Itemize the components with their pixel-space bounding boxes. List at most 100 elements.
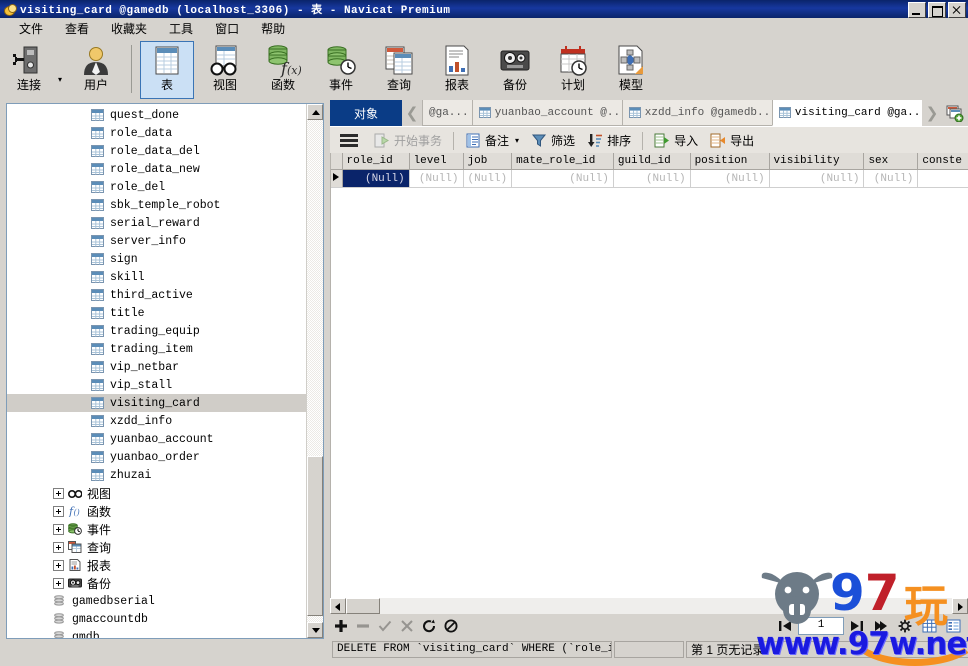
column-header[interactable]: conste <box>918 153 968 170</box>
toolbar-event[interactable]: 事件 <box>314 41 368 99</box>
tree-item-table[interactable]: visiting_card <box>7 394 307 412</box>
tab-xzdd-info[interactable]: xzdd_info @gamedb... <box>622 100 772 126</box>
tree-item-table[interactable]: third_active <box>7 286 307 304</box>
maximize-button[interactable] <box>928 2 946 18</box>
grid-cell[interactable]: (Null) <box>690 170 769 188</box>
tree-item-table[interactable]: yuanbao_account <box>7 430 307 448</box>
note-button[interactable]: 备注 ▾ <box>459 130 525 151</box>
tab-scroll-left-icon[interactable]: ❮ <box>402 100 422 126</box>
menu-file[interactable]: 文件 <box>8 18 54 39</box>
minimize-button[interactable] <box>908 2 926 18</box>
object-tree[interactable]: quest_done role_data role_data_del <box>6 103 324 639</box>
column-header[interactable]: sex <box>864 153 918 170</box>
stop-button[interactable] <box>440 616 462 636</box>
grid-scroll-right-button[interactable] <box>952 598 968 614</box>
expand-icon[interactable] <box>53 506 64 517</box>
tree-item-table[interactable]: zhuzai <box>7 466 307 484</box>
toolbar-table[interactable]: 表 <box>140 41 194 99</box>
grid-cell[interactable]: (Null) <box>864 170 918 188</box>
tree-item-table[interactable]: trading_equip <box>7 322 307 340</box>
tree-group-backup-icon[interactable]: 备份 <box>7 574 307 592</box>
tree-item-table[interactable]: serial_reward <box>7 214 307 232</box>
tree-item-table[interactable]: yuanbao_order <box>7 448 307 466</box>
close-button[interactable] <box>948 2 966 18</box>
first-page-button[interactable] <box>774 616 796 636</box>
grid-cell[interactable]: (Null) <box>769 170 864 188</box>
tab-yuanbao-account[interactable]: yuanbao_account @... <box>472 100 622 126</box>
tree-item-table[interactable]: role_data_del <box>7 142 307 160</box>
toolbar-user[interactable]: 用户 <box>69 41 123 99</box>
tree-item-table[interactable]: role_data <box>7 124 307 142</box>
grid-cell[interactable]: (Null) <box>409 170 463 188</box>
object-tree-body[interactable]: quest_done role_data role_data_del <box>7 104 307 638</box>
tree-item-table[interactable]: sbk_temple_robot <box>7 196 307 214</box>
menu-view[interactable]: 查看 <box>54 18 100 39</box>
tree-scroll-up-button[interactable] <box>307 104 323 120</box>
note-dropdown-caret[interactable]: ▾ <box>515 136 519 145</box>
column-header[interactable]: mate_role_id <box>512 153 614 170</box>
filter-button[interactable]: 筛选 <box>525 130 581 151</box>
grid-cell[interactable]: (Null) <box>512 170 614 188</box>
grid-menu-icon[interactable] <box>340 134 358 148</box>
tree-item-table[interactable]: skill <box>7 268 307 286</box>
menu-favorites[interactable]: 收藏夹 <box>100 18 158 39</box>
toolbar-schedule[interactable]: 计划 <box>546 41 600 99</box>
settings-gear-icon[interactable] <box>894 616 916 636</box>
tree-item-table[interactable]: server_info <box>7 232 307 250</box>
toolbar-connection[interactable]: 连接 <box>2 41 56 99</box>
tree-item-database[interactable]: gmdb <box>7 628 307 638</box>
apply-changes-button[interactable] <box>374 616 396 636</box>
column-header[interactable]: visibility <box>769 153 864 170</box>
form-view-button[interactable] <box>942 616 964 636</box>
tree-group-fx-icon[interactable]: f() 函数 <box>7 502 307 520</box>
expand-icon[interactable] <box>53 560 64 571</box>
column-header[interactable]: role_id <box>342 153 409 170</box>
column-header[interactable]: level <box>409 153 463 170</box>
tree-item-table[interactable]: xzdd_info <box>7 412 307 430</box>
column-header[interactable]: job <box>463 153 512 170</box>
data-grid[interactable]: role_idleveljobmate_role_idguild_idposit… <box>330 153 968 598</box>
tree-scroll-down-button[interactable] <box>307 622 323 638</box>
toolbar-function[interactable]: f (x) 函数 <box>256 41 310 99</box>
table-row[interactable]: (Null)(Null)(Null)(Null)(Null)(Null)(Nul… <box>331 170 968 188</box>
expand-icon[interactable] <box>53 488 64 499</box>
data-grid-table[interactable]: role_idleveljobmate_role_idguild_idposit… <box>331 153 968 188</box>
tree-item-table[interactable]: vip_netbar <box>7 358 307 376</box>
menu-window[interactable]: 窗口 <box>204 18 250 39</box>
tree-item-table[interactable]: role_data_new <box>7 160 307 178</box>
toolbar-report[interactable]: 报表 <box>430 41 484 99</box>
next-page-button[interactable] <box>846 616 868 636</box>
toolbar-backup[interactable]: 备份 <box>488 41 542 99</box>
toolbar-query[interactable]: 查询 <box>372 41 426 99</box>
tab-scroll-right-icon[interactable]: ❯ <box>922 100 942 126</box>
grid-scroll-thumb[interactable] <box>346 598 380 614</box>
toolbar-view[interactable]: 视图 <box>198 41 252 99</box>
expand-icon[interactable] <box>53 542 64 553</box>
tree-group-event-icon[interactable]: 事件 <box>7 520 307 538</box>
grid-cell[interactable]: (Null) <box>613 170 690 188</box>
add-record-button[interactable] <box>330 616 352 636</box>
expand-icon[interactable] <box>53 578 64 589</box>
tree-group-query-icon[interactable]: 查询 <box>7 538 307 556</box>
sort-button[interactable]: 排序 <box>581 130 637 151</box>
tree-item-table[interactable]: role_del <box>7 178 307 196</box>
tree-vertical-scrollbar[interactable] <box>306 104 323 638</box>
tree-scroll-thumb[interactable] <box>307 456 323 616</box>
export-button[interactable]: 导出 <box>704 130 760 151</box>
menu-help[interactable]: 帮助 <box>250 18 296 39</box>
tree-item-table[interactable]: quest_done <box>7 106 307 124</box>
menu-tools[interactable]: 工具 <box>158 18 204 39</box>
tree-item-database[interactable]: gmaccountdb <box>7 610 307 628</box>
connection-dropdown-caret[interactable]: ▾ <box>58 75 67 84</box>
delete-record-button[interactable] <box>352 616 374 636</box>
refresh-button[interactable] <box>418 616 440 636</box>
grid-view-button[interactable] <box>918 616 940 636</box>
column-header[interactable]: position <box>690 153 769 170</box>
expand-icon[interactable] <box>53 524 64 535</box>
tree-group-report-icon[interactable]: 报表 <box>7 556 307 574</box>
tree-item-table[interactable]: sign <box>7 250 307 268</box>
begin-transaction-button[interactable]: 开始事务 <box>368 130 448 151</box>
discard-changes-button[interactable] <box>396 616 418 636</box>
tree-item-table[interactable]: trading_item <box>7 340 307 358</box>
column-header[interactable]: guild_id <box>613 153 690 170</box>
